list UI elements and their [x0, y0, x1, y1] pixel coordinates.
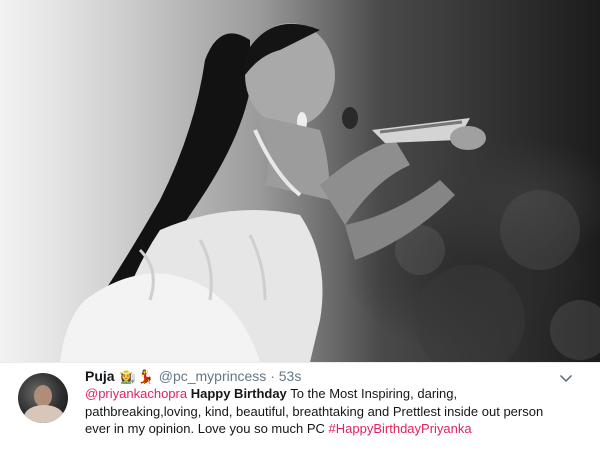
- tweet-text: @priyankachopra Happy Birthday To the Mo…: [85, 385, 585, 438]
- farmer-emoji-icon: 👩‍🌾: [119, 369, 136, 384]
- avatar-face: [34, 385, 52, 407]
- chevron-down-icon[interactable]: [559, 371, 573, 385]
- tweet-text-line2: pathbreaking,loving, kind, beautiful, br…: [85, 403, 544, 419]
- tweet-text-line1: To the Most Inspiring, daring,: [290, 386, 458, 401]
- separator-dot: ·: [270, 368, 275, 384]
- user-handle[interactable]: @pc_myprincess: [159, 368, 267, 384]
- tweet-time[interactable]: 53s: [279, 368, 302, 384]
- hashtag-link[interactable]: #HappyBirthdayPriyanka: [329, 421, 472, 436]
- tweet-text-line3: ever in my opinion. Love you so much PC: [85, 421, 325, 436]
- tweet-bold-text: Happy Birthday: [190, 386, 287, 401]
- display-name[interactable]: Puja: [85, 368, 115, 384]
- user-avatar[interactable]: [18, 373, 68, 423]
- dancer-emoji-icon: 💃: [137, 369, 154, 384]
- tweet-header: Puja 👩‍🌾 💃 @pc_myprincess · 53s: [85, 368, 301, 385]
- tweet-card: Puja 👩‍🌾 💃 @pc_myprincess · 53s @priyanka…: [0, 362, 600, 450]
- mention-link[interactable]: @priyankachopra: [85, 386, 187, 401]
- birthday-photo: [0, 0, 600, 362]
- avatar-shoulders: [24, 405, 64, 423]
